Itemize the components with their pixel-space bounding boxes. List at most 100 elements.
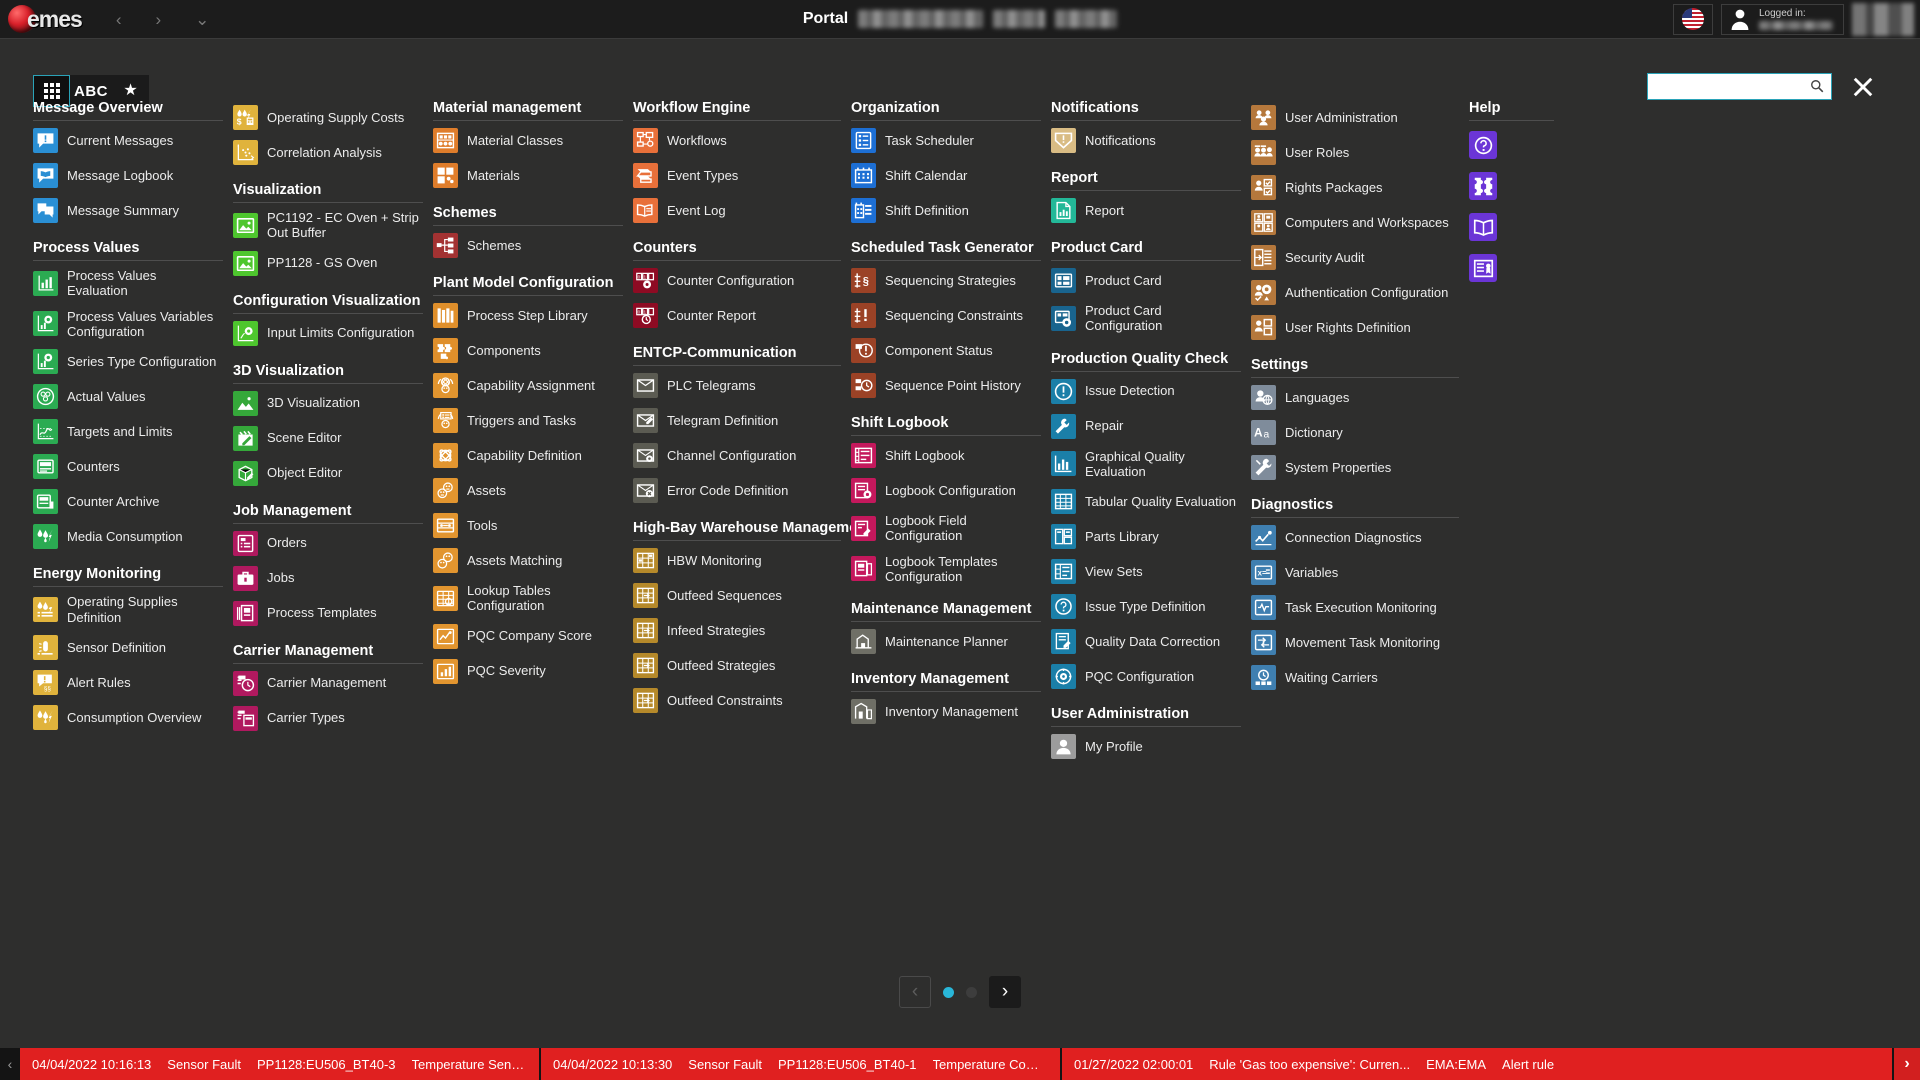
nav-dropdown-icon[interactable]: ⌄: [195, 11, 209, 28]
menu-item[interactable]: $ Operating Supply Costs: [233, 100, 433, 135]
menu-item[interactable]: Capability Definition: [433, 438, 633, 473]
menu-item[interactable]: Carrier Types: [233, 701, 433, 736]
page-dot-2[interactable]: [966, 986, 977, 998]
menu-item[interactable]: Quality Data Correction: [1051, 624, 1251, 659]
menu-item[interactable]: System Properties: [1251, 450, 1469, 485]
page-prev-button[interactable]: ‹: [899, 976, 931, 1008]
menu-item[interactable]: Logbook Configuration: [851, 473, 1051, 508]
nav-forward-icon[interactable]: ›: [156, 11, 162, 28]
menu-item[interactable]: 0 1 Counter Report: [633, 298, 851, 333]
menu-item[interactable]: Infeed Strategies: [633, 613, 851, 648]
menu-item[interactable]: Inventory Management: [851, 694, 1051, 729]
menu-item[interactable]: Maintenance Planner: [851, 624, 1051, 659]
menu-item[interactable]: § Sequencing Strategies: [851, 263, 1051, 298]
menu-item[interactable]: Waiting Carriers: [1251, 660, 1469, 695]
menu-item[interactable]: Carrier Management: [233, 666, 433, 701]
menu-item[interactable]: Process Templates: [233, 596, 433, 631]
menu-item[interactable]: PLC Telegrams: [633, 368, 851, 403]
menu-item[interactable]: Product Card: [1051, 263, 1251, 298]
menu-item[interactable]: Correlation Analysis: [233, 135, 433, 170]
menu-item[interactable]: Sequencing Constraints: [851, 298, 1051, 333]
menu-item[interactable]: Counter Archive: [33, 484, 233, 519]
menu-item[interactable]: Assets Matching: [433, 543, 633, 578]
ticker-next-button[interactable]: ›: [1894, 1048, 1920, 1080]
menu-item[interactable]: Components: [433, 333, 633, 368]
menu-item[interactable]: Outfeed Constraints: [633, 683, 851, 718]
menu-item[interactable]: Materials: [433, 158, 633, 193]
menu-item[interactable]: §§ Alert Rules: [33, 665, 233, 700]
menu-item[interactable]: Current Messages: [33, 123, 233, 158]
menu-item[interactable]: Assets: [433, 473, 633, 508]
menu-item[interactable]: Notifications: [1051, 123, 1251, 158]
menu-item[interactable]: Logbook Field Configuration: [851, 508, 1051, 549]
ticker-prev-button[interactable]: ‹: [0, 1048, 20, 1080]
menu-item[interactable]: Media Consumption: [33, 519, 233, 554]
menu-item[interactable]: x= Variables: [1251, 555, 1469, 590]
menu-item[interactable]: Shift Calendar: [851, 158, 1051, 193]
menu-item[interactable]: PQC Configuration: [1051, 659, 1251, 694]
menu-item[interactable]: Capability Assignment: [433, 368, 633, 403]
menu-item[interactable]: Telegram Definition: [633, 403, 851, 438]
menu-item[interactable]: Parts Library: [1051, 519, 1251, 554]
menu-item[interactable]: Shift Definition: [851, 193, 1051, 228]
menu-item[interactable]: Process Step Library: [433, 298, 633, 333]
menu-item[interactable]: Material Classes: [433, 123, 633, 158]
menu-item[interactable]: Scene Editor: [233, 421, 433, 456]
logged-in-user-button[interactable]: Logged in:: [1721, 3, 1844, 35]
menu-item[interactable]: Message Logbook: [33, 158, 233, 193]
menu-item[interactable]: Series Type Configuration: [33, 344, 233, 379]
menu-item[interactable]: Error Code Definition: [633, 473, 851, 508]
menu-item[interactable]: Sequence Point History: [851, 368, 1051, 403]
help-license-icon[interactable]: [1469, 254, 1497, 282]
menu-item[interactable]: Targets and Limits: [33, 414, 233, 449]
close-button[interactable]: [1848, 72, 1878, 102]
ticker-message[interactable]: 04/04/2022 10:13:30 Sensor Fault PP1128:…: [541, 1048, 1062, 1080]
menu-item[interactable]: Event Types: [633, 158, 851, 193]
menu-item[interactable]: Sensor Definition: [33, 630, 233, 665]
menu-item[interactable]: Input Limits Configuration: [233, 316, 433, 351]
menu-item[interactable]: Operating Supplies Definition: [33, 589, 233, 630]
menu-item[interactable]: PC1192 - EC Oven + Strip Out Buffer: [233, 205, 433, 246]
menu-item[interactable]: 3D Visualization: [233, 386, 433, 421]
help-puzzle-icon[interactable]: [1469, 172, 1497, 200]
search-input[interactable]: [1647, 73, 1832, 100]
menu-item[interactable]: Lookup Tables Configuration: [433, 578, 633, 619]
menu-item[interactable]: Workflows: [633, 123, 851, 158]
menu-item[interactable]: My Profile: [1051, 729, 1251, 764]
menu-item[interactable]: Tools: [433, 508, 633, 543]
menu-item[interactable]: Issue Detection: [1051, 374, 1251, 409]
menu-item[interactable]: User Administration: [1251, 100, 1469, 135]
menu-item[interactable]: Outfeed Strategies: [633, 648, 851, 683]
app-logo[interactable]: emes: [8, 5, 83, 33]
menu-item[interactable]: Authentication Configuration: [1251, 275, 1469, 310]
ticker-message[interactable]: 04/04/2022 10:16:13 Sensor Fault PP1128:…: [20, 1048, 541, 1080]
menu-item[interactable]: Counters: [33, 449, 233, 484]
help-question-icon[interactable]: [1469, 131, 1497, 159]
menu-item[interactable]: Outfeed Sequences: [633, 578, 851, 613]
menu-item[interactable]: Process Values Variables Configuration: [33, 304, 233, 345]
menu-item[interactable]: Computers and Workspaces: [1251, 205, 1469, 240]
menu-item[interactable]: HBW Monitoring: [633, 543, 851, 578]
menu-item[interactable]: Channel Configuration: [633, 438, 851, 473]
menu-item[interactable]: Graphical Quality Evaluation: [1051, 444, 1251, 485]
menu-item[interactable]: Consumption Overview: [33, 700, 233, 735]
menu-item[interactable]: Connection Diagnostics: [1251, 520, 1469, 555]
language-flag-button[interactable]: [1673, 3, 1713, 35]
ticker-message[interactable]: 01/27/2022 02:00:01 Rule 'Gas too expens…: [1062, 1048, 1894, 1080]
menu-item[interactable]: Object Editor: [233, 456, 433, 491]
menu-item[interactable]: Logbook Templates Configuration: [851, 549, 1051, 590]
nav-back-icon[interactable]: ‹: [116, 11, 122, 28]
help-manual-icon[interactable]: [1469, 213, 1497, 241]
menu-item[interactable]: Task Scheduler: [851, 123, 1051, 158]
menu-item[interactable]: Aa Dictionary: [1251, 415, 1469, 450]
menu-item[interactable]: Jobs: [233, 561, 433, 596]
menu-item[interactable]: Component Status: [851, 333, 1051, 368]
menu-item[interactable]: User Rights Definition: [1251, 310, 1469, 345]
menu-item[interactable]: Issue Type Definition: [1051, 589, 1251, 624]
menu-item[interactable]: PQC Severity: [433, 654, 633, 689]
menu-item[interactable]: Product Card Configuration: [1051, 298, 1251, 339]
menu-item[interactable]: Repair: [1051, 409, 1251, 444]
menu-item[interactable]: Shift Logbook: [851, 438, 1051, 473]
menu-item[interactable]: Task Execution Monitoring: [1251, 590, 1469, 625]
menu-item[interactable]: Rights Packages: [1251, 170, 1469, 205]
